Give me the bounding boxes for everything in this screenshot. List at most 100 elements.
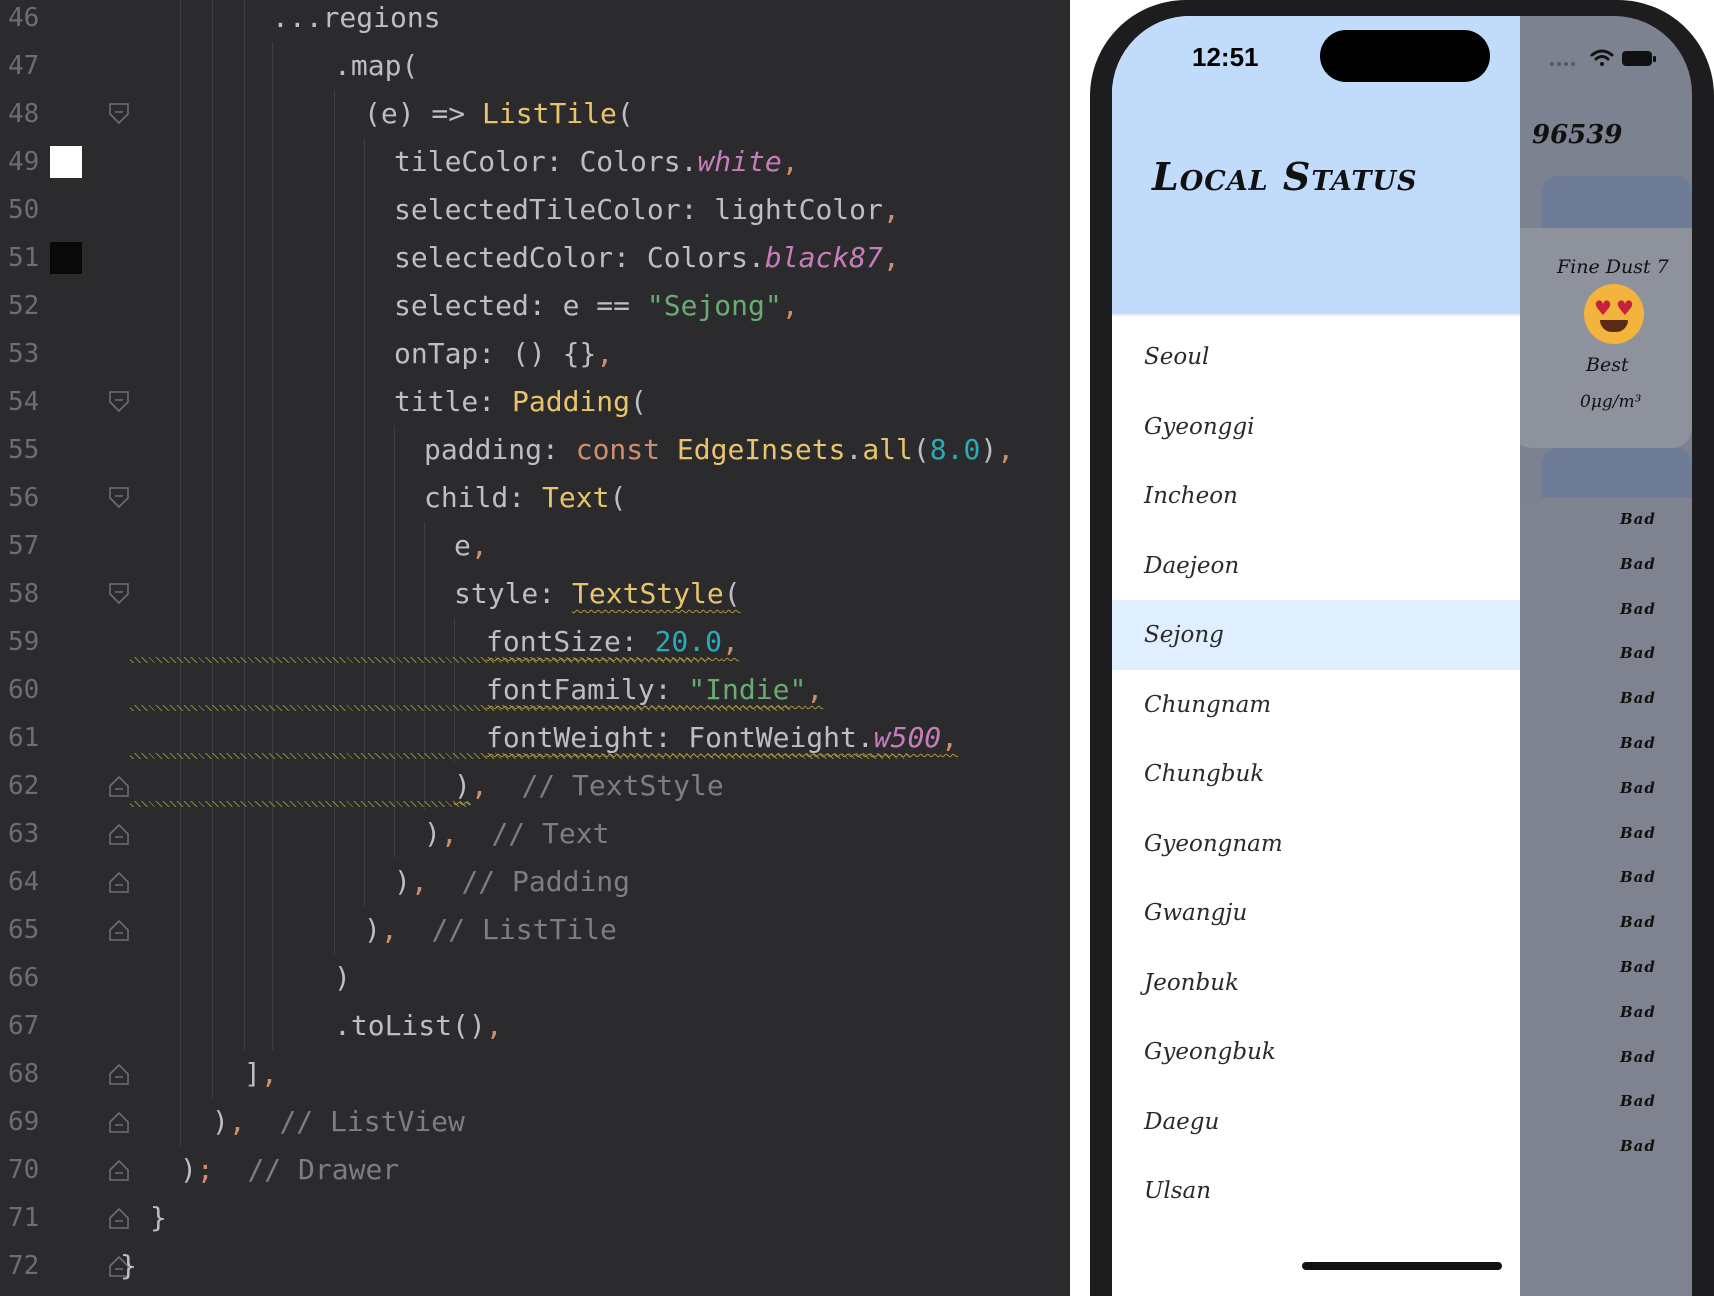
code-line[interactable]: 66) xyxy=(0,954,1070,1002)
code-token: fontSize: xyxy=(486,625,655,658)
code-line[interactable]: 63), // Text xyxy=(0,810,1070,858)
indent-guide xyxy=(334,186,335,234)
code-line[interactable]: 49 tileColor: Colors.white, xyxy=(0,138,1070,186)
code-text[interactable]: onTap: () {}, xyxy=(394,330,613,378)
code-text[interactable]: ), // ListView xyxy=(212,1098,465,1146)
fold-collapse-icon[interactable] xyxy=(108,1062,130,1086)
region-tile-jeonbuk[interactable]: Jeonbuk xyxy=(1112,948,1520,1018)
region-tile-sejong[interactable]: Sejong xyxy=(1112,600,1520,670)
region-tile-daegu[interactable]: Daegu xyxy=(1112,1087,1520,1157)
indent-guide xyxy=(334,90,335,138)
code-line[interactable]: 72} xyxy=(0,1242,1070,1290)
fold-collapse-icon[interactable] xyxy=(108,1158,130,1182)
code-text[interactable]: title: Padding( xyxy=(394,378,647,426)
code-text[interactable]: .toList(), xyxy=(334,1002,503,1050)
line-number: 61 xyxy=(8,723,40,753)
code-line[interactable]: 50 selectedTileColor: lightColor, xyxy=(0,186,1070,234)
code-text[interactable]: fontSize: 20.0, xyxy=(486,618,739,666)
region-tile-gyeonggi[interactable]: Gyeonggi xyxy=(1112,392,1520,462)
code-line[interactable]: 56 child: Text( xyxy=(0,474,1070,522)
fold-expand-icon[interactable] xyxy=(108,486,130,510)
code-text[interactable]: ) xyxy=(334,954,351,1002)
code-line[interactable]: 67 .toList(), xyxy=(0,1002,1070,1050)
code-line[interactable]: 51 selectedColor: Colors.black87, xyxy=(0,234,1070,282)
code-text[interactable]: } xyxy=(150,1194,167,1242)
code-editor[interactable]: 46 ...regions 47 .map(48 (e) => ListTile(49 t… xyxy=(0,0,1070,1296)
fold-collapse-icon[interactable] xyxy=(108,1110,130,1134)
fold-collapse-icon[interactable] xyxy=(108,774,130,798)
region-tile-gyeongnam[interactable]: Gyeongnam xyxy=(1112,809,1520,879)
home-indicator[interactable] xyxy=(1302,1262,1502,1270)
fold-collapse-icon[interactable] xyxy=(108,822,130,846)
code-line[interactable]: 58 style: TextStyle( xyxy=(0,570,1070,618)
color-swatch-icon[interactable] xyxy=(50,146,82,178)
status-word: Bad xyxy=(1620,1092,1656,1111)
fold-expand-icon[interactable] xyxy=(108,102,130,126)
code-line[interactable]: 53 onTap: () {}, xyxy=(0,330,1070,378)
code-text[interactable]: .map( xyxy=(334,42,418,90)
indent-guide xyxy=(364,186,365,234)
indent-guide xyxy=(394,426,395,474)
code-text[interactable]: selected: e == "Sejong", xyxy=(394,282,799,330)
code-line[interactable]: 69), // ListView xyxy=(0,1098,1070,1146)
code-line[interactable]: 62), // TextStyle xyxy=(0,762,1070,810)
region-tile-incheon[interactable]: Incheon xyxy=(1112,461,1520,531)
code-text[interactable]: child: Text( xyxy=(424,474,626,522)
color-swatch-icon[interactable] xyxy=(50,242,82,274)
best-label: Best xyxy=(1586,354,1629,376)
code-line[interactable]: 70); // Drawer xyxy=(0,1146,1070,1194)
code-line[interactable]: 54 title: Padding( xyxy=(0,378,1070,426)
code-token: ) xyxy=(212,1105,229,1138)
code-text[interactable]: tileColor: Colors.white, xyxy=(394,138,799,186)
code-line[interactable]: 64), // Padding xyxy=(0,858,1070,906)
region-tile-chungnam[interactable]: Chungnam xyxy=(1112,670,1520,740)
code-text[interactable]: ); // Drawer xyxy=(180,1146,399,1194)
code-text[interactable]: ...regions xyxy=(272,0,441,42)
code-text[interactable]: e, xyxy=(454,522,488,570)
region-tile-gyeongbuk[interactable]: Gyeongbuk xyxy=(1112,1017,1520,1087)
code-line[interactable]: 46 ...regions xyxy=(0,0,1070,42)
code-line[interactable]: 57 e, xyxy=(0,522,1070,570)
region-tile-gwangju[interactable]: Gwangju xyxy=(1112,878,1520,948)
code-line[interactable]: 55 padding: const EdgeInsets.all(8.0), xyxy=(0,426,1070,474)
fold-collapse-icon[interactable] xyxy=(108,1206,130,1230)
code-text[interactable]: style: TextStyle( xyxy=(454,570,741,618)
code-text[interactable]: selectedColor: Colors.black87, xyxy=(394,234,900,282)
code-text[interactable]: (e) => ListTile( xyxy=(364,90,634,138)
code-line[interactable]: 52 selected: e == "Sejong", xyxy=(0,282,1070,330)
code-text[interactable]: fontWeight: FontWeight.w500, xyxy=(486,714,958,762)
code-line[interactable]: 68], xyxy=(0,1050,1070,1098)
code-text[interactable]: ), // Padding xyxy=(394,858,630,906)
code-line[interactable]: 61 fontWeight: FontWeight.w500, xyxy=(0,714,1070,762)
code-line[interactable]: 71} xyxy=(0,1194,1070,1242)
indent-guide xyxy=(244,42,245,90)
indent-guide xyxy=(212,810,213,858)
code-text[interactable]: ), // Text xyxy=(424,810,609,858)
code-text[interactable]: padding: const EdgeInsets.all(8.0), xyxy=(424,426,1014,474)
fold-collapse-icon[interactable] xyxy=(108,870,130,894)
code-line[interactable]: 65), // ListTile xyxy=(0,906,1070,954)
code-text[interactable]: fontFamily: "Indie", xyxy=(486,666,823,714)
code-line[interactable]: 60 fontFamily: "Indie", xyxy=(0,666,1070,714)
fold-collapse-icon[interactable] xyxy=(108,918,130,942)
code-text[interactable]: ), // ListTile xyxy=(364,906,617,954)
code-text[interactable]: ], xyxy=(244,1050,278,1098)
indent-guide xyxy=(212,282,213,330)
code-line[interactable]: 47 .map( xyxy=(0,42,1070,90)
code-text[interactable]: } xyxy=(120,1242,137,1290)
code-line[interactable]: 59 fontSize: 20.0, xyxy=(0,618,1070,666)
region-tile-chungbuk[interactable]: Chungbuk xyxy=(1112,739,1520,809)
code-line[interactable]: 48 (e) => ListTile( xyxy=(0,90,1070,138)
indent-guide xyxy=(334,330,335,378)
fold-expand-icon[interactable] xyxy=(108,390,130,414)
code-text[interactable]: selectedTileColor: lightColor, xyxy=(394,186,900,234)
region-tile-seoul[interactable]: Seoul xyxy=(1112,322,1520,392)
fold-expand-icon[interactable] xyxy=(108,582,130,606)
region-tile-ulsan[interactable]: Ulsan xyxy=(1112,1156,1520,1226)
code-token: (e) => xyxy=(364,97,483,130)
region-tile-daejeon[interactable]: Daejeon xyxy=(1112,531,1520,601)
unit-label: 0μg/m³ xyxy=(1580,392,1642,412)
code-text[interactable]: ), // TextStyle xyxy=(454,762,724,810)
indent-guide xyxy=(244,954,245,1002)
code-token: , xyxy=(228,1105,280,1138)
